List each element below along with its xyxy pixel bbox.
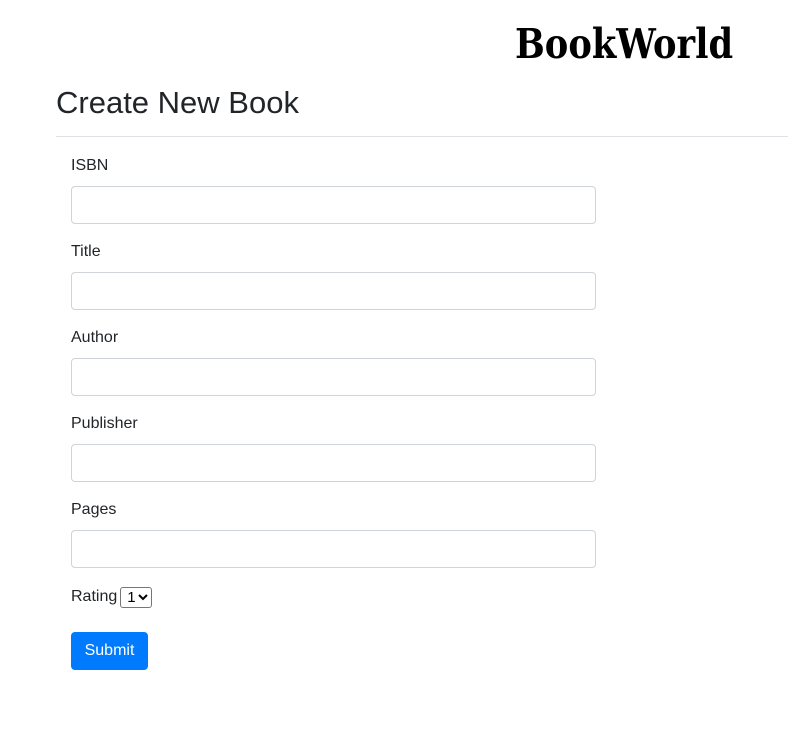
isbn-label: ISBN [71,157,109,174]
pages-label: Pages [71,501,117,518]
page-title: Create New Book [56,85,299,120]
title-input[interactable] [71,272,596,310]
author-label: Author [71,329,119,346]
rating-row: Rating 1 [71,586,153,608]
form-group-author: Author [71,324,596,410]
author-input[interactable] [71,358,596,396]
publisher-input[interactable] [71,444,596,482]
form-group-isbn: ISBN [71,152,596,238]
rating-select[interactable]: 1 [120,586,153,608]
form-group-pages: Pages [71,496,596,582]
publisher-label: Publisher [71,415,138,432]
pages-input[interactable] [71,530,596,568]
form-group-title: Title [71,238,596,324]
brand-logo[interactable]: BookWorld [515,18,733,70]
form-group-publisher: Publisher [71,410,596,496]
title-divider [56,136,788,137]
isbn-input[interactable] [71,186,596,224]
rating-label: Rating [71,588,118,605]
page: BookWorld Create New Book ISBN Title Aut… [0,0,788,738]
create-book-form: ISBN Title Author Publisher Pages Rating… [71,152,596,670]
title-label: Title [71,243,101,260]
submit-button[interactable]: Submit [71,632,148,670]
